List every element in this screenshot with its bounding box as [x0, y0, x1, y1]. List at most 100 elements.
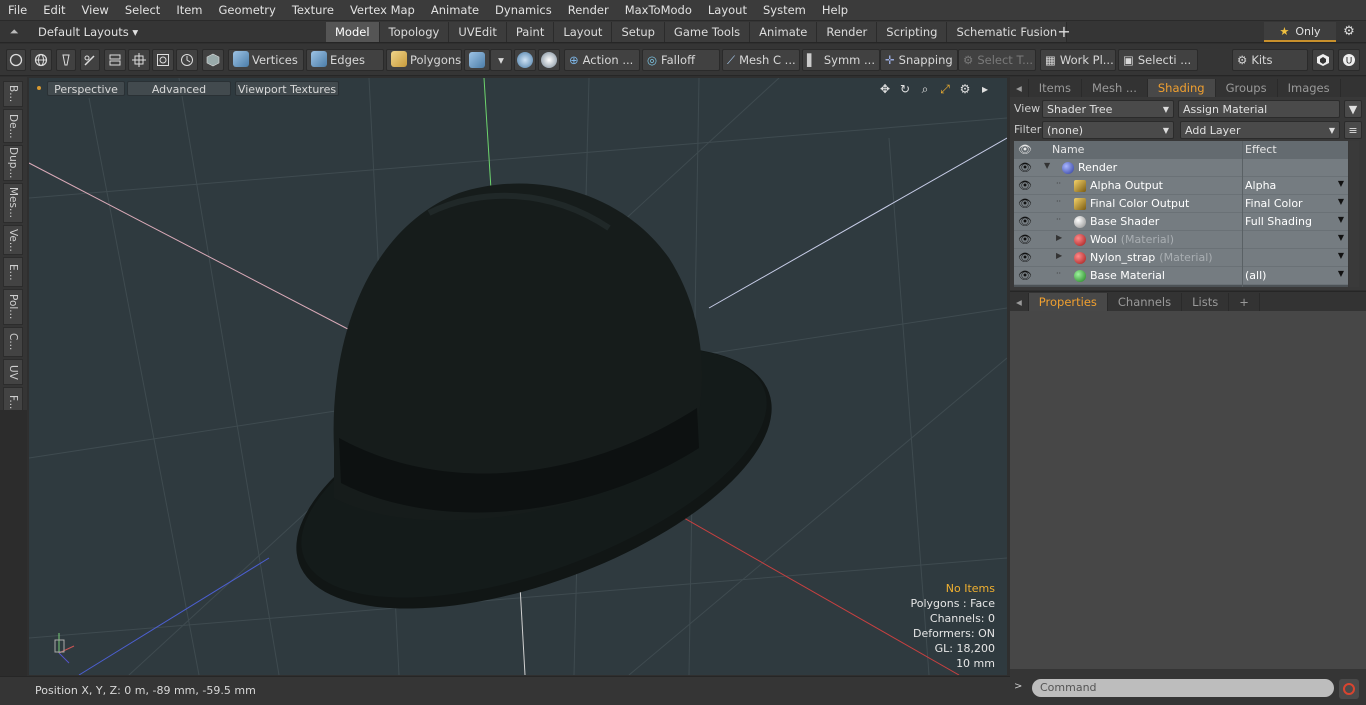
menu-select[interactable]: Select: [117, 0, 168, 21]
gear-icon[interactable]: ⚙: [1340, 23, 1358, 41]
expand-icon[interactable]: ▶: [1056, 233, 1062, 242]
viewport-menu-dot[interactable]: [37, 86, 41, 90]
shader-row[interactable]: 👁 ·· Base Material (all) ▼: [1014, 267, 1348, 285]
layout-collapse-icon[interactable]: ⏶: [6, 24, 22, 40]
shader-tree-scrollbar[interactable]: [1349, 141, 1359, 287]
effect-column-header[interactable]: Effect: [1245, 143, 1277, 156]
workplane-button[interactable]: ▦ Work Pl...: [1040, 49, 1116, 71]
left-tool-tab[interactable]: Dup...: [3, 145, 23, 181]
shield-white-icon[interactable]: [538, 49, 560, 71]
shader-row[interactable]: 👁 ▶ Nylon_strap (Material) ▼: [1014, 249, 1348, 267]
expand-icon[interactable]: ▶: [1056, 251, 1062, 260]
menu-animate[interactable]: Animate: [423, 0, 487, 21]
tab-topology[interactable]: Topology: [379, 22, 450, 42]
menu-help[interactable]: Help: [814, 0, 856, 21]
panel-menu-icon[interactable]: ◂: [1010, 293, 1029, 311]
shader-row[interactable]: 👁 ·· Final Color Output Final Color ▼: [1014, 195, 1348, 213]
unity-icon[interactable]: [1312, 49, 1334, 71]
eye-icon[interactable]: 👁: [1017, 161, 1033, 175]
tab-items[interactable]: Items: [1029, 79, 1082, 97]
left-tool-tab[interactable]: Ve...: [3, 225, 23, 255]
record-icon[interactable]: [1339, 679, 1359, 699]
snapping-button[interactable]: ✛ Snapping: [880, 49, 958, 71]
select-circle-icon[interactable]: [6, 49, 26, 71]
tab-setup[interactable]: Setup: [612, 22, 665, 42]
left-tool-tab[interactable]: B...: [3, 81, 23, 107]
menu-dynamics[interactable]: Dynamics: [487, 0, 560, 21]
menu-maxtomodo[interactable]: MaxToModo: [617, 0, 700, 21]
menu-file[interactable]: File: [0, 0, 35, 21]
eye-icon[interactable]: 👁: [1017, 215, 1033, 229]
collapse-icon[interactable]: ▼: [1044, 161, 1050, 170]
tab-game-tools[interactable]: Game Tools: [664, 22, 751, 42]
shader-row[interactable]: 👁 ▼ Render: [1014, 159, 1348, 177]
menu-texture[interactable]: Texture: [284, 0, 342, 21]
shader-row-effect[interactable]: (all): [1245, 269, 1266, 282]
list-options-icon[interactable]: ≡: [1344, 121, 1362, 139]
add-tab-button[interactable]: +: [1229, 293, 1260, 311]
menu-system[interactable]: System: [755, 0, 814, 21]
tab-scripting[interactable]: Scripting: [877, 22, 948, 42]
action-center-button[interactable]: ⊕ Action ...: [564, 49, 640, 71]
chevron-down-icon[interactable]: ▼: [1338, 269, 1344, 278]
square-circle-icon[interactable]: [152, 49, 174, 71]
chevron-right-icon[interactable]: ▸: [977, 81, 993, 97]
symmetry-button[interactable]: ▌ Symm ...: [802, 49, 880, 71]
maximize-icon[interactable]: ⤢: [937, 81, 953, 97]
shader-row[interactable]: 👁 ·· Alpha Output Alpha ▼: [1014, 177, 1348, 195]
view-dropdown[interactable]: Shader Tree ▼: [1042, 100, 1174, 118]
menu-vertex-map[interactable]: Vertex Map: [342, 0, 423, 21]
globe-icon[interactable]: [30, 49, 52, 71]
shield-blue-icon[interactable]: [514, 49, 536, 71]
left-tool-tab[interactable]: E...: [3, 257, 23, 287]
clock-icon[interactable]: [176, 49, 198, 71]
eye-icon[interactable]: 👁: [1017, 179, 1033, 193]
edges-button[interactable]: Edges: [306, 49, 384, 71]
assign-material-button[interactable]: Assign Material: [1178, 100, 1340, 118]
zoom-icon[interactable]: ⌕: [917, 81, 933, 97]
chevron-down-icon[interactable]: ▼: [1338, 179, 1344, 188]
pan-icon[interactable]: ✥: [877, 81, 893, 97]
tab-images[interactable]: Images: [1278, 79, 1341, 97]
tab-lists[interactable]: Lists: [1182, 293, 1230, 311]
tab-mesh[interactable]: Mesh ...: [1082, 79, 1148, 97]
menu-render[interactable]: Render: [560, 0, 617, 21]
shader-row-effect[interactable]: Final Color: [1245, 197, 1303, 210]
unreal-icon[interactable]: U: [1338, 49, 1360, 71]
left-tool-tab[interactable]: Pol...: [3, 289, 23, 325]
left-tool-tab[interactable]: De...: [3, 109, 23, 143]
chevron-down-icon[interactable]: ▼: [1338, 215, 1344, 224]
tab-shading[interactable]: Shading: [1147, 79, 1216, 97]
polygons-button[interactable]: Polygons: [386, 49, 462, 71]
3d-viewport[interactable]: Perspective Advanced Viewport Textures ✥…: [29, 78, 1007, 675]
layout-selector[interactable]: Default Layouts ▾: [30, 23, 140, 41]
falloff-button[interactable]: ◎ Falloff: [642, 49, 720, 71]
panel-menu-icon[interactable]: ◂: [1010, 79, 1029, 97]
eye-icon[interactable]: 👁: [1017, 197, 1033, 211]
tab-properties[interactable]: Properties: [1028, 293, 1108, 311]
items-cube-icon[interactable]: [202, 49, 224, 71]
left-tool-tab[interactable]: C...: [3, 327, 23, 357]
gear-icon[interactable]: ⚙: [957, 81, 973, 97]
material-mode-icon[interactable]: [464, 49, 490, 71]
shader-row[interactable]: 👁 ·· Base Shader Full Shading ▼: [1014, 213, 1348, 231]
left-tool-tab[interactable]: UV: [3, 359, 23, 385]
kits-button[interactable]: ⚙ Kits: [1232, 49, 1308, 71]
add-tab-button[interactable]: +: [1054, 22, 1074, 42]
funnel-icon[interactable]: ▼: [1344, 100, 1362, 118]
tab-model[interactable]: Model: [326, 22, 380, 42]
viewport-textures-button[interactable]: Viewport Textures: [235, 81, 339, 96]
selection-sets-button[interactable]: ▣ Selecti ...: [1118, 49, 1198, 71]
eye-icon[interactable]: 👁: [1017, 269, 1033, 283]
center-icon[interactable]: [128, 49, 150, 71]
name-column-header[interactable]: Name: [1052, 143, 1084, 156]
tab-uvedit[interactable]: UVEdit: [449, 22, 507, 42]
command-input[interactable]: Command: [1032, 679, 1334, 697]
rotate-icon[interactable]: ↻: [897, 81, 913, 97]
chevron-down-icon[interactable]: ▼: [1338, 251, 1344, 260]
perspective-button[interactable]: Perspective: [47, 81, 125, 96]
left-tool-tab[interactable]: Mes...: [3, 183, 23, 223]
tab-layout[interactable]: Layout: [554, 22, 613, 42]
chevron-right-icon[interactable]: >: [1014, 681, 1022, 692]
tab-schematic-fusion[interactable]: Schematic Fusion: [947, 22, 1068, 42]
